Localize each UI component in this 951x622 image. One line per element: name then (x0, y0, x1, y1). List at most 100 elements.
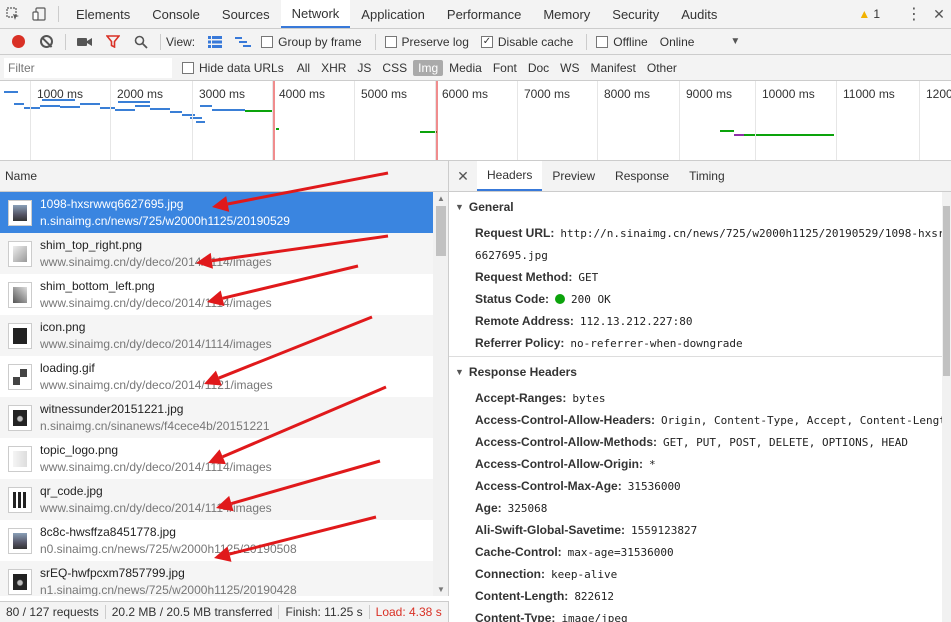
header-value: bytes (572, 391, 606, 405)
overview-toggle[interactable] (229, 30, 257, 54)
network-overview[interactable]: 1000 ms 2000 ms 3000 ms 4000 ms 5000 ms 6000 … (0, 81, 951, 161)
header-value: 822612 (574, 589, 615, 603)
details-tab-timing[interactable]: Timing (679, 161, 735, 191)
filter-type-other[interactable]: Other (642, 60, 682, 76)
disable-cache-checkbox[interactable]: ✓ Disable cache (480, 34, 574, 49)
request-name: shim_bottom_left.png (40, 278, 155, 293)
scrollbar-thumb[interactable] (436, 206, 446, 256)
group-by-frame-checkbox[interactable]: Group by frame (261, 34, 362, 49)
request-method-row: Request Method: GET (455, 266, 942, 288)
name-column-header[interactable]: Name (0, 161, 449, 192)
filter-toggle-button[interactable] (99, 30, 127, 54)
close-devtools-icon[interactable]: ✕ (927, 6, 951, 23)
inspect-element-icon[interactable] (0, 0, 26, 28)
header-value: GET (578, 270, 599, 284)
divider (278, 605, 280, 619)
device-toolbar-icon[interactable] (26, 0, 52, 28)
large-rows-toggle[interactable] (201, 30, 229, 54)
tab-memory[interactable]: Memory (532, 0, 601, 28)
divider (368, 605, 370, 619)
header-key: Request Method: (475, 270, 573, 284)
filter-type-js[interactable]: JS (352, 60, 376, 76)
filter-type-css[interactable]: CSS (377, 60, 412, 76)
request-row[interactable]: topic_logo.png www.sinaimg.cn/dy/deco/201… (0, 438, 433, 479)
request-row[interactable]: loading.gif www.sinaimg.cn/dy/deco/2014/1… (0, 356, 433, 397)
response-headers-section-header[interactable]: ▼ Response Headers (455, 357, 942, 387)
overview-request-bar (182, 114, 195, 116)
overview-request-bar (150, 108, 170, 110)
filter-type-doc[interactable]: Doc (523, 60, 554, 76)
tab-sources[interactable]: Sources (211, 0, 281, 28)
response-headers-list: Accept-Ranges: bytes Access-Control-Allow-… (455, 387, 942, 622)
divider (374, 33, 376, 50)
response-header-row: Ali-Swift-Global-Savetime: 1559123827 (455, 519, 942, 541)
more-options-icon[interactable]: ⋮ (901, 4, 927, 24)
warnings-counter[interactable]: ▲ 1 (850, 7, 888, 21)
overview-request-bar (245, 110, 272, 112)
tab-audits[interactable]: Audits (670, 0, 728, 28)
overview-gridline (836, 81, 837, 160)
preserve-log-checkbox[interactable]: Preserve log (384, 35, 469, 49)
overview-request-bar (24, 107, 40, 109)
details-tab-response[interactable]: Response (605, 161, 679, 191)
response-header-row: Accept-Ranges: bytes (455, 387, 942, 409)
throttling-value: Online (659, 34, 695, 49)
overview-request-bar (115, 109, 135, 111)
request-row[interactable]: srEQ-hwfpcxm7857799.jpg n1.sinaimg.cn/new… (0, 561, 433, 596)
details-tab-preview[interactable]: Preview (542, 161, 605, 191)
throttling-select[interactable]: Online ▼ (660, 35, 741, 49)
remote-address-row: Remote Address: 112.13.212.227:80 (455, 310, 942, 332)
divider (65, 33, 66, 50)
general-section-header[interactable]: ▼ General (455, 192, 942, 222)
filter-type-img[interactable]: Img (413, 59, 444, 76)
request-row[interactable]: witnessunder20151221.jpg n.sinaimg.cn/sin… (0, 397, 433, 438)
request-row[interactable]: shim_bottom_left.png www.sinaimg.cn/dy/de… (0, 274, 433, 315)
record-button[interactable] (4, 30, 32, 54)
request-row[interactable]: icon.png www.sinaimg.cn/dy/deco/2014/1114… (0, 315, 433, 356)
group-by-frame-label: Group by frame (278, 34, 362, 49)
filter-type-ws[interactable]: WS (555, 60, 584, 76)
tab-security[interactable]: Security (601, 0, 670, 28)
filter-type-manifest[interactable]: Manifest (586, 60, 641, 76)
tab-network[interactable]: Network (280, 0, 351, 28)
details-scrollbar[interactable] (942, 192, 951, 622)
request-path: n0.sinaimg.cn/news/725/w2000h1125/201905… (40, 541, 297, 556)
request-list-scrollbar[interactable]: ▲ ▼ (433, 192, 449, 596)
tab-application[interactable]: Application (350, 0, 436, 28)
scrollbar-thumb[interactable] (943, 206, 950, 376)
close-details-icon[interactable]: ✕ (449, 161, 477, 191)
request-name: topic_logo.png (40, 442, 119, 457)
hide-data-urls-checkbox[interactable]: Hide data URLs (182, 61, 284, 75)
status-ok-icon (555, 294, 566, 304)
scroll-down-icon[interactable]: ▼ (437, 585, 445, 594)
request-row[interactable]: 1098-hxsrwwq6627695.jpg n.sinaimg.cn/news… (0, 192, 433, 233)
request-row[interactable]: qr_code.jpg www.sinaimg.cn/dy/deco/2014/1… (0, 479, 433, 520)
details-tab-headers[interactable]: Headers (477, 161, 543, 191)
filter-type-all[interactable]: All (292, 60, 315, 76)
request-url-row: Request URL: http://n.sinaimg.cn/news/72… (455, 222, 942, 244)
search-button[interactable] (127, 30, 155, 54)
offline-checkbox[interactable]: Offline (596, 35, 648, 49)
filter-type-font[interactable]: Font (488, 60, 522, 76)
overview-tick-label: 6000 ms (442, 87, 489, 101)
request-row[interactable]: 8c8c-hwsffza8451778.jpg n0.sinaimg.cn/new… (0, 520, 433, 561)
filter-type-media[interactable]: Media (444, 60, 487, 76)
header-key: Ali-Swift-Global-Savetime: (475, 523, 626, 537)
request-path: www.sinaimg.cn/dy/deco/2014/1114/images (40, 459, 272, 474)
tab-elements[interactable]: Elements (65, 0, 141, 28)
divider (58, 6, 59, 22)
disable-cache-label: Disable cache (497, 34, 574, 49)
response-header-row: Age: 325068 (455, 497, 942, 519)
filter-input[interactable] (4, 57, 172, 78)
screenshot-button[interactable] (71, 30, 99, 54)
filter-type-xhr[interactable]: XHR (316, 60, 351, 76)
panel-tabs: Elements Console Sources Network Application… (65, 0, 728, 28)
request-row[interactable]: shim_top_right.png www.sinaimg.cn/dy/deco… (0, 233, 433, 274)
response-header-row: Cache-Control: max-age=31536000 (455, 541, 942, 563)
tab-performance[interactable]: Performance (436, 0, 532, 28)
clear-button[interactable] (32, 30, 60, 54)
request-text: witnessunder20151221.jpg n.sinaimg.cn/sin… (40, 401, 270, 435)
request-text: srEQ-hwfpcxm7857799.jpg n1.sinaimg.cn/new… (40, 565, 297, 597)
tab-console[interactable]: Console (141, 0, 211, 28)
scroll-up-icon[interactable]: ▲ (437, 194, 445, 203)
